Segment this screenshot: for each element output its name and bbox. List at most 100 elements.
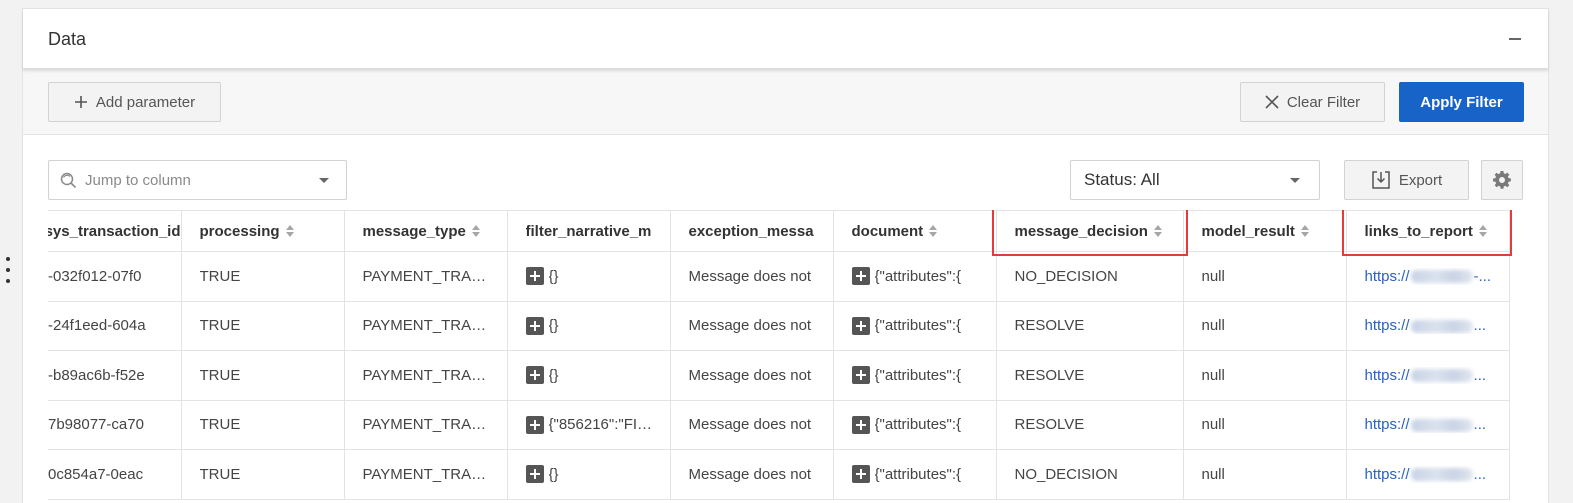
table-row[interactable]: 7b98077-ca70TRUEPAYMENT_TRANSACTION{"856… [48, 399, 1510, 450]
cell-filter-narrative[interactable]: {"856216":"FIRCO"} [506, 399, 671, 450]
status-value: Status: All [1084, 170, 1160, 189]
expand-icon[interactable] [851, 267, 870, 286]
expand-icon[interactable] [525, 465, 544, 484]
cell-processing[interactable]: TRUE [180, 449, 345, 500]
expand-icon[interactable] [525, 267, 544, 286]
export-button[interactable]: Export [1344, 160, 1469, 200]
cell-document[interactable]: {"attributes":{ [832, 449, 997, 500]
cell-processing[interactable]: TRUE [180, 300, 345, 351]
cell-model-result[interactable]: null [1182, 300, 1347, 351]
table-row[interactable]: 032f012-07f0-TRUEPAYMENT_TRANSACTION{}Me… [48, 251, 1510, 302]
cell-transaction-id[interactable]: 032f012-07f0- [48, 251, 182, 302]
cell-transaction-id[interactable]: 0c854a7-0eac [48, 449, 182, 500]
cell-filter-narrative[interactable]: {} [506, 300, 671, 351]
table-row[interactable]: b89ac6b-f52e-TRUEPAYMENT_TRANSACTION{}Me… [48, 350, 1510, 401]
data-table: sys_transaction_id processing message_ty… [48, 210, 1524, 503]
report-link[interactable]: https://... [1365, 466, 1509, 483]
cell-model-result[interactable]: null [1182, 350, 1347, 401]
cell-exception-message[interactable]: Message does not [669, 251, 834, 302]
expand-icon[interactable] [525, 366, 544, 385]
report-link[interactable]: https://-... [1365, 268, 1509, 285]
data-panel: Data Add parameter Clear Filter Apply Fi… [22, 8, 1549, 503]
expand-icon[interactable] [525, 415, 544, 434]
cell-model-result[interactable]: null [1182, 251, 1347, 302]
cell-message-decision[interactable]: NO_DECISION [995, 251, 1184, 302]
cell-document[interactable]: {"attributes":{ [832, 300, 997, 351]
cell-exception-message[interactable]: Message does not [669, 399, 834, 450]
apply-filter-button[interactable]: Apply Filter [1399, 82, 1524, 122]
cell-model-result[interactable]: null [1182, 449, 1347, 500]
report-link[interactable]: https://... [1365, 317, 1509, 334]
cell-document[interactable]: {"attributes":{ [832, 350, 997, 401]
cell-filter-narrative[interactable]: {} [506, 251, 671, 302]
expand-icon[interactable] [851, 415, 870, 434]
cell-exception-message[interactable]: Message does not [669, 300, 834, 351]
table-row[interactable]: 24f1eed-604a-TRUEPAYMENT_TRANSACTION{}Me… [48, 300, 1510, 351]
expand-icon[interactable] [851, 316, 870, 335]
jump-to-column-select[interactable]: Jump to column [48, 160, 347, 200]
cell-link-to-report[interactable]: https://... [1345, 399, 1510, 450]
column-header[interactable]: message_decision [995, 210, 1184, 252]
cell-message-decision[interactable]: NO_DECISION [995, 449, 1184, 500]
cell-document[interactable]: {"attributes":{ [832, 399, 997, 450]
cell-processing[interactable]: TRUE [180, 251, 345, 302]
cell-message-type[interactable]: PAYMENT_TRANSACTION [343, 350, 508, 401]
sort-icon[interactable] [471, 225, 480, 237]
cell-message-type[interactable]: PAYMENT_TRANSACTION [343, 251, 508, 302]
redacted-text [1410, 369, 1473, 383]
collapse-icon[interactable] [1509, 32, 1523, 46]
cell-message-decision[interactable]: RESOLVE [995, 300, 1184, 351]
column-header[interactable]: filter_narrative_m [506, 210, 671, 252]
cell-message-decision[interactable]: RESOLVE [995, 350, 1184, 401]
sort-icon[interactable] [1300, 225, 1309, 237]
clear-filter-button[interactable]: Clear Filter [1240, 82, 1385, 122]
table-row[interactable]: 0c854a7-0eacTRUEPAYMENT_TRANSACTION{}Mes… [48, 449, 1510, 500]
cell-link-to-report[interactable]: https://... [1345, 350, 1510, 401]
cell-document[interactable]: {"attributes":{ [832, 251, 997, 302]
cell-transaction-id[interactable]: 24f1eed-604a- [48, 300, 182, 351]
cell-link-to-report[interactable]: https://-... [1345, 251, 1510, 302]
cell-processing[interactable]: TRUE [180, 399, 345, 450]
table-toolbar: Jump to column Status: All Export [23, 135, 1548, 210]
cell-transaction-id[interactable]: 7b98077-ca70 [48, 399, 182, 450]
status-select[interactable]: Status: All [1070, 160, 1320, 200]
table-header-row: sys_transaction_id processing message_ty… [48, 210, 1510, 252]
expand-icon[interactable] [851, 465, 870, 484]
cell-filter-narrative[interactable]: {} [506, 449, 671, 500]
cell-message-decision[interactable]: RESOLVE [995, 399, 1184, 450]
sort-icon[interactable] [285, 225, 294, 237]
column-header[interactable]: message_type [343, 210, 508, 252]
cell-filter-narrative[interactable]: {} [506, 350, 671, 401]
more-options-icon[interactable] [4, 257, 12, 283]
column-header[interactable]: document [832, 210, 997, 252]
cell-message-type[interactable]: PAYMENT_TRANSACTION [343, 449, 508, 500]
column-header[interactable]: model_result [1182, 210, 1347, 252]
cell-model-result[interactable]: null [1182, 399, 1347, 450]
cell-exception-message[interactable]: Message does not [669, 449, 834, 500]
cell-message-type[interactable]: PAYMENT_TRANSACTION [343, 399, 508, 450]
report-link[interactable]: https://... [1365, 367, 1509, 384]
cell-message-type[interactable]: PAYMENT_TRANSACTION [343, 300, 508, 351]
cell-link-to-report[interactable]: https://... [1345, 449, 1510, 500]
expand-icon[interactable] [851, 366, 870, 385]
cell-link-to-report[interactable]: https://... [1345, 300, 1510, 351]
column-header[interactable]: exception_messa [669, 210, 834, 252]
add-parameter-button[interactable]: Add parameter [48, 82, 221, 122]
clear-filter-label: Clear Filter [1286, 93, 1361, 111]
settings-button[interactable] [1481, 160, 1523, 200]
cell-processing[interactable]: TRUE [180, 350, 345, 401]
column-header[interactable]: links_to_report [1345, 210, 1510, 252]
sort-icon[interactable] [1478, 225, 1487, 237]
expand-icon[interactable] [525, 316, 544, 335]
cell-exception-message[interactable]: Message does not [669, 350, 834, 401]
column-header[interactable]: processing [180, 210, 345, 252]
cell-transaction-id[interactable]: b89ac6b-f52e- [48, 350, 182, 401]
chevron-down-icon [1290, 178, 1300, 183]
column-header[interactable]: sys_transaction_id [48, 210, 182, 252]
plus-icon [74, 96, 87, 108]
jump-to-column-placeholder: Jump to column [85, 171, 191, 189]
export-label: Export [1398, 171, 1443, 189]
report-link[interactable]: https://... [1365, 416, 1509, 433]
sort-icon[interactable] [929, 225, 938, 237]
sort-icon[interactable] [1153, 225, 1162, 237]
